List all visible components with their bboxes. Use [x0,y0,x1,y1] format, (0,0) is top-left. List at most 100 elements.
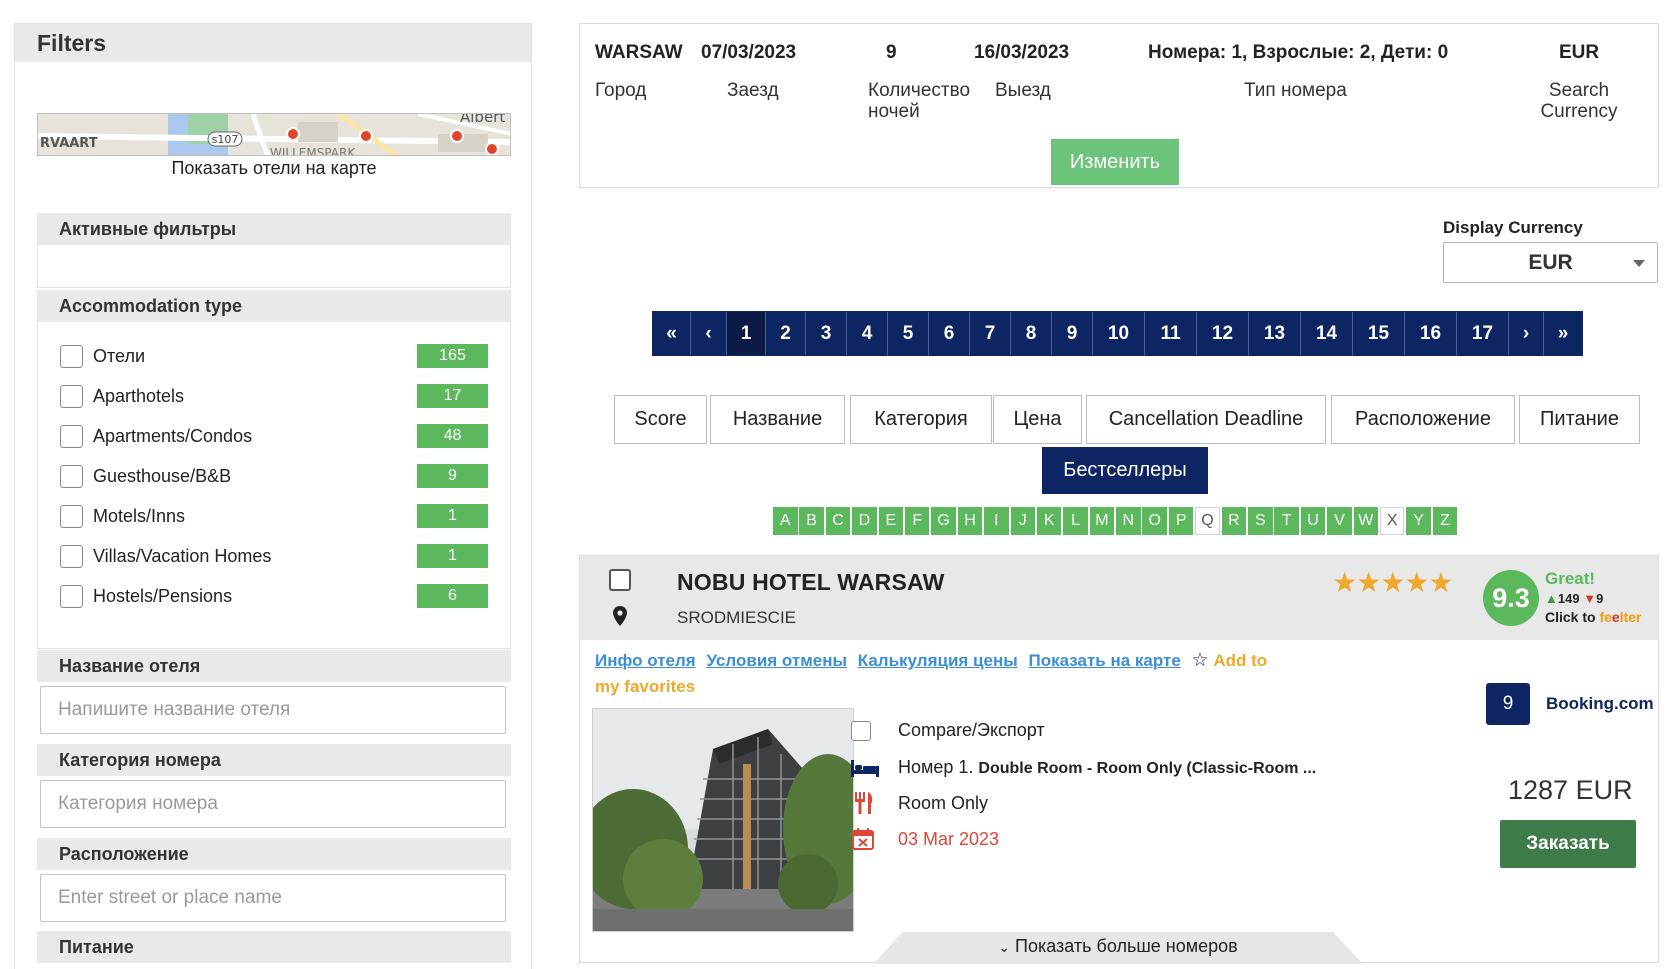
letter-filter-d[interactable]: D [852,507,877,535]
show-more-rooms[interactable]: ⌄ Показать больше номеров [873,932,1363,964]
pagination-page-16[interactable]: 16 [1405,312,1457,355]
sort-location-button[interactable]: Расположение [1331,395,1515,444]
letter-filter-h[interactable]: H [957,507,983,535]
compare-export-checkbox[interactable] [851,721,871,741]
pagination-page-12[interactable]: 12 [1197,312,1249,355]
pagination-page-2[interactable]: 2 [766,312,806,355]
accommodation-checkbox[interactable] [60,544,83,568]
map-thumbnail[interactable]: s107 RVAART WILLEMSPARK Albert [37,113,511,156]
letter-filter-i[interactable]: I [984,507,1009,535]
pagination-page-1[interactable]: 1 [727,312,766,355]
review-score-badge[interactable]: 9.3 [1483,570,1539,626]
feelter-logo-text: e [1611,609,1620,625]
letter-filter-w[interactable]: W [1353,507,1379,535]
letter-filter-g[interactable]: G [931,507,956,535]
letter-filter-r[interactable]: R [1221,507,1247,535]
map-pin-marker [450,129,464,143]
search-summary: WARSAW Город 07/03/2023 Заезд 9 Количест… [579,23,1659,188]
map-thumbnail-image: s107 RVAART WILLEMSPARK Albert [38,114,510,156]
show-hotels-on-map-link[interactable]: Показать отели на карте [37,158,511,179]
accommodation-option-hotels[interactable]: Отели 165 [38,336,510,376]
letter-filter-v[interactable]: V [1327,507,1352,535]
active-filters-section: Активные фильтры [37,213,511,288]
letter-filter-y[interactable]: Y [1406,507,1431,535]
letter-filter-o[interactable]: O [1142,507,1167,535]
sort-meals-button[interactable]: Питание [1519,395,1640,444]
pagination-page-10[interactable]: 10 [1093,312,1145,355]
accommodation-option-villas[interactable]: Villas/Vacation Homes 1 [38,536,510,576]
sort-bestsellers-button[interactable]: Бестселлеры [1042,447,1208,494]
pagination-page-3[interactable]: 3 [806,312,847,355]
pagination-page-8[interactable]: 8 [1011,312,1052,355]
letter-filter-u[interactable]: U [1300,507,1326,535]
letter-filter-l[interactable]: L [1063,507,1088,535]
letter-filter-j[interactable]: J [1010,507,1036,535]
pagination-page-6[interactable]: 6 [929,312,970,355]
letter-filter-e[interactable]: E [878,507,904,535]
cancellation-terms-link[interactable]: Условия отмены [706,651,847,670]
map-district-label: WILLEMSPARK [270,146,356,156]
accommodation-checkbox[interactable] [60,584,83,608]
room-category-input[interactable] [40,780,506,828]
feelter-link[interactable]: Click to feelter [1545,609,1642,625]
accommodation-option-motels[interactable]: Motels/Inns 1 [38,496,510,536]
accommodation-option-guesthouse[interactable]: Guesthouse/B&B 9 [38,456,510,496]
accommodation-option-hostels[interactable]: Hostels/Pensions 6 [38,576,510,616]
accommodation-checkbox[interactable] [60,344,83,368]
pagination-page-7[interactable]: 7 [970,312,1011,355]
pagination-page-4[interactable]: 4 [847,312,888,355]
letter-filter-a[interactable]: A [773,507,798,535]
letter-filter-s[interactable]: S [1248,507,1273,535]
letter-filter-z[interactable]: Z [1432,507,1458,535]
pagination-next-button[interactable]: › [1509,312,1544,355]
pagination-prev-button[interactable]: ‹ [691,312,727,355]
nights-label: Количество ночей [868,80,970,122]
sort-category-button[interactable]: Категория [850,395,992,444]
hotel-name-input[interactable] [40,686,506,734]
accommodation-option-aparthotels[interactable]: Aparthotels 17 [38,376,510,416]
pagination-first-button[interactable]: « [653,312,691,355]
display-currency-select[interactable]: EUR [1443,242,1658,283]
map-street-label: Albert [460,114,505,126]
letter-filter-p[interactable]: P [1168,507,1194,535]
letter-filter-k[interactable]: K [1036,507,1062,535]
show-on-map-link[interactable]: Показать на карте [1028,651,1180,670]
room-name: Double Room - Room Only (Classic-Room ..… [978,760,1317,777]
sort-name-button[interactable]: Название [710,395,845,444]
hotel-name[interactable]: NOBU HOTEL WARSAW [677,569,944,596]
hotel-info-link[interactable]: Инфо отеля [595,651,696,670]
pagination-page-11[interactable]: 11 [1145,312,1197,355]
sort-price-button[interactable]: Цена [993,395,1082,444]
accommodation-checkbox[interactable] [60,464,83,488]
letter-filter-n[interactable]: N [1116,507,1141,535]
letter-filter-b[interactable]: B [799,507,824,535]
accommodation-checkbox[interactable] [60,384,83,408]
room-price: 1287 EUR [1508,775,1633,805]
pagination-page-5[interactable]: 5 [888,312,929,355]
pagination-page-9[interactable]: 9 [1052,312,1093,355]
pagination-page-17[interactable]: 17 [1457,312,1509,355]
price-calculation-link[interactable]: Калькуляция цены [858,651,1018,670]
location-input[interactable] [40,874,506,922]
book-button[interactable]: Заказать [1500,820,1636,868]
letter-filter-t[interactable]: T [1274,507,1299,535]
pagination-page-13[interactable]: 13 [1249,312,1301,355]
letter-filter-c[interactable]: C [825,507,851,535]
accommodation-checkbox[interactable] [60,424,83,448]
letter-filter-f[interactable]: F [904,507,930,535]
sort-cancellation-button[interactable]: Cancellation Deadline [1086,395,1326,444]
hotel-photo[interactable] [592,708,854,932]
accommodation-checkbox[interactable] [60,504,83,528]
thumbs-up-triangle-icon: ▲ [1545,591,1558,606]
pagination-last-button[interactable]: » [1544,312,1582,355]
letter-filter-m[interactable]: M [1089,507,1115,535]
map-pin-marker [359,129,373,143]
star-outline-icon[interactable]: ☆ [1192,650,1209,671]
change-search-button[interactable]: Изменить [1051,139,1179,185]
hotel-select-checkbox[interactable] [609,569,631,591]
pagination-page-15[interactable]: 15 [1353,312,1405,355]
accommodation-count-badge: 9 [417,464,488,488]
pagination-page-14[interactable]: 14 [1301,312,1353,355]
sort-score-button[interactable]: Score [614,395,707,444]
accommodation-option-apartments[interactable]: Apartments/Condos 48 [38,416,510,456]
